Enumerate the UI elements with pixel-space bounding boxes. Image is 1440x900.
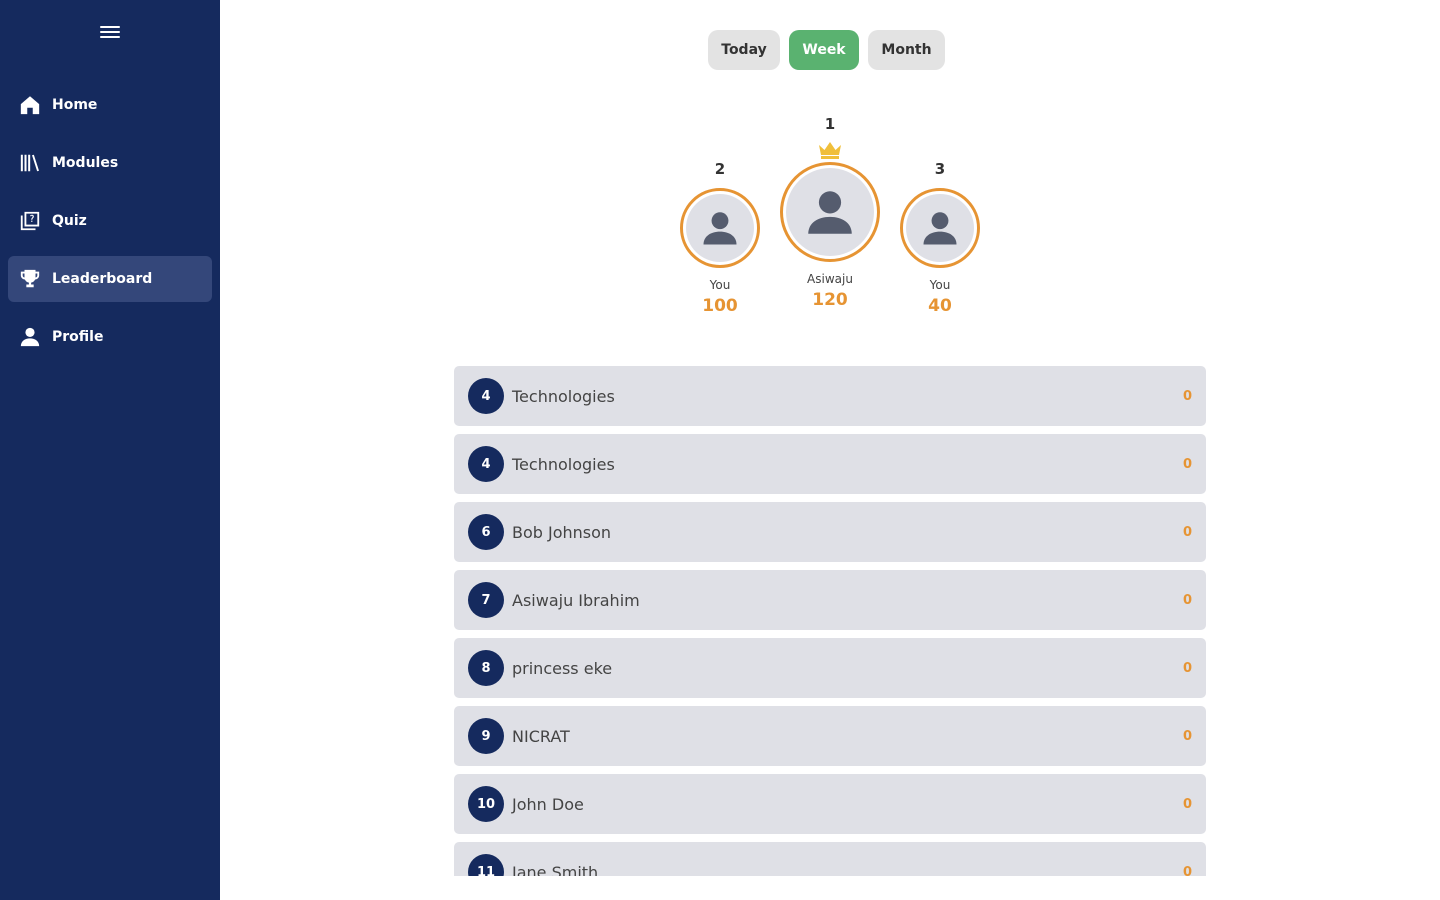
table-row[interactable]: 11 Jane Smith 0 xyxy=(454,842,1206,876)
podium-name: You xyxy=(929,278,951,292)
podium-score: 40 xyxy=(928,296,952,316)
table-row[interactable]: 10 John Doe 0 xyxy=(454,774,1206,834)
podium-third: 3 You 40 xyxy=(900,159,980,316)
sidebar-item-home[interactable]: Home xyxy=(8,82,212,128)
sidebar-item-label: Modules xyxy=(52,155,119,171)
crown-icon xyxy=(819,142,841,159)
row-name: NICRAT xyxy=(512,726,570,746)
row-score: 0 xyxy=(1182,456,1192,472)
period-week-button[interactable]: Week xyxy=(789,30,859,70)
rank-badge: 8 xyxy=(468,650,504,686)
avatar-placeholder-icon xyxy=(923,212,957,245)
trophy-icon xyxy=(18,267,42,291)
sidebar-item-profile[interactable]: Profile xyxy=(8,314,212,360)
menu-icon[interactable] xyxy=(100,24,120,40)
row-score: 0 xyxy=(1182,592,1192,608)
avatar[interactable] xyxy=(780,162,880,262)
podium-rank: 1 xyxy=(824,115,836,133)
period-today-button[interactable]: Today xyxy=(708,30,780,70)
user-icon xyxy=(18,325,42,349)
quiz-icon xyxy=(18,209,42,233)
row-score: 0 xyxy=(1182,796,1192,812)
rank-badge: 10 xyxy=(468,786,504,822)
row-score: 0 xyxy=(1182,660,1192,676)
sidebar-item-label: Leaderboard xyxy=(52,271,153,287)
row-name: princess eke xyxy=(512,658,613,678)
podium-rank: 2 xyxy=(714,160,726,178)
home-icon xyxy=(18,93,42,117)
period-toggle: Today Week Month xyxy=(708,30,945,70)
podium-first: 1 Asiwaju 120 xyxy=(780,114,880,310)
row-score: 0 xyxy=(1182,864,1192,877)
sidebar-item-modules[interactable]: Modules xyxy=(8,140,212,186)
avatar[interactable] xyxy=(900,188,980,268)
row-name: Technologies xyxy=(512,386,615,406)
sidebar: Home Modules Quiz Leaderboard Profile xyxy=(0,0,220,900)
avatar-placeholder-icon xyxy=(808,191,852,234)
table-row[interactable]: 6 Bob Johnson 0 xyxy=(454,502,1206,562)
sidebar-item-label: Home xyxy=(52,97,98,113)
rank-badge: 6 xyxy=(468,514,504,550)
rank-badge: 4 xyxy=(468,378,504,414)
sidebar-item-leaderboard[interactable]: Leaderboard xyxy=(8,256,212,302)
avatar-placeholder-icon xyxy=(703,212,737,245)
podium-name: Asiwaju xyxy=(807,272,853,286)
podium-rank: 3 xyxy=(934,160,946,178)
podium-score: 120 xyxy=(812,290,848,310)
books-icon xyxy=(18,151,42,175)
row-name: Asiwaju Ibrahim xyxy=(512,590,640,610)
row-score: 0 xyxy=(1182,524,1192,540)
leaderboard-list[interactable]: 4 Technologies 0 4 Technologies 0 6 Bob … xyxy=(454,366,1206,876)
podium-score: 100 xyxy=(702,296,738,316)
rank-badge: 7 xyxy=(468,582,504,618)
rank-badge: 9 xyxy=(468,718,504,754)
sidebar-item-label: Quiz xyxy=(52,213,87,229)
row-name: Technologies xyxy=(512,454,615,474)
table-row[interactable]: 7 Asiwaju Ibrahim 0 xyxy=(454,570,1206,630)
table-row[interactable]: 9 NICRAT 0 xyxy=(454,706,1206,766)
sidebar-item-label: Profile xyxy=(52,329,104,345)
row-score: 0 xyxy=(1182,728,1192,744)
rank-badge: 11 xyxy=(468,854,504,876)
table-row[interactable]: 4 Technologies 0 xyxy=(454,366,1206,426)
table-row[interactable]: 8 princess eke 0 xyxy=(454,638,1206,698)
rank-badge: 4 xyxy=(468,446,504,482)
avatar[interactable] xyxy=(680,188,760,268)
period-month-button[interactable]: Month xyxy=(868,30,945,70)
row-name: Bob Johnson xyxy=(512,522,612,542)
table-row[interactable]: 4 Technologies 0 xyxy=(454,434,1206,494)
podium-second: 2 You 100 xyxy=(680,159,760,316)
row-name: Jane Smith xyxy=(512,862,599,877)
row-name: John Doe xyxy=(512,794,584,814)
app: Home Modules Quiz Leaderboard Profile To… xyxy=(0,0,1440,900)
row-score: 0 xyxy=(1182,388,1192,404)
sidebar-item-quiz[interactable]: Quiz xyxy=(8,198,212,244)
podium-name: You xyxy=(709,278,731,292)
